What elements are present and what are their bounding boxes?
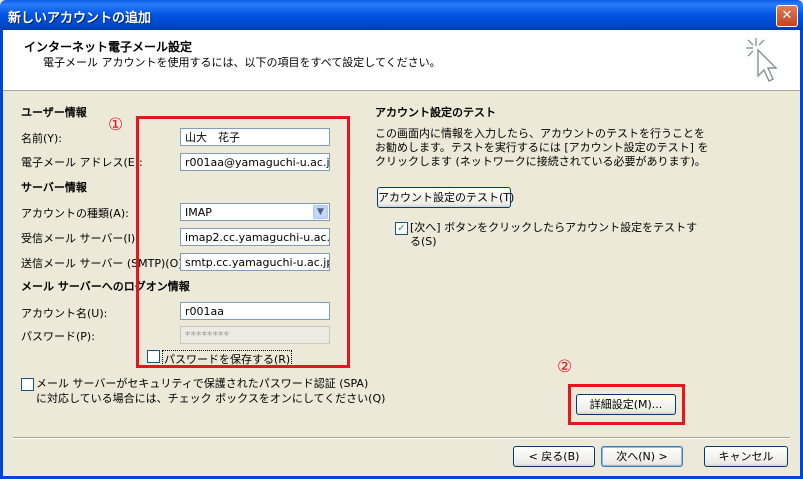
auto-test-checkbox[interactable]: ✓ — [395, 222, 408, 235]
close-icon: ✕ — [781, 8, 793, 23]
test-description-line2: お勧めします。テストを実行するには [アカウント設定のテスト] を — [375, 141, 709, 154]
test-account-button[interactable]: アカウント設定のテスト(T) — [377, 187, 514, 208]
wizard-header: インターネット電子メール設定 電子メール アカウントを使用するには、以下の項目を… — [3, 30, 800, 91]
spa-checkbox[interactable] — [21, 378, 34, 391]
email-label: 電子メール アドレス(E): — [21, 156, 143, 169]
title-bar: 新しいアカウントの追加 ✕ — [0, 0, 803, 30]
test-description-line1: この画面内に情報を入力したら、アカウントのテストを行うことを — [375, 127, 705, 140]
window-frame-left — [0, 30, 3, 479]
annotation-mark-1: ① — [108, 115, 124, 135]
wizard-cursor-icon — [746, 38, 778, 82]
page-subtitle: 電子メール アカウントを使用するには、以下の項目をすべて設定してください。 — [43, 56, 441, 69]
name-label: 名前(Y): — [21, 132, 63, 145]
back-button[interactable]: < 戻る(B) — [513, 446, 595, 467]
server-info-heading: サーバー情報 — [21, 181, 87, 194]
footer-separator — [13, 437, 790, 439]
close-button[interactable]: ✕ — [776, 5, 798, 27]
auto-test-label-line1: [次へ] ボタンをクリックしたらアカウント設定をテストす — [410, 221, 698, 234]
account-name-label: アカウント名(U): — [21, 307, 108, 320]
spa-label-line2: に対応している場合には、チェック ボックスをオンにしてください(Q) — [36, 392, 386, 405]
user-info-heading: ユーザー情報 — [21, 106, 87, 119]
auto-test-label-line2: る(S) — [410, 235, 437, 248]
incoming-server-label: 受信メール サーバー(I): — [21, 232, 139, 245]
password-label: パスワード(P): — [21, 330, 95, 343]
cancel-button[interactable]: キャンセル — [704, 446, 788, 467]
page-title: インターネット電子メール設定 — [24, 40, 193, 54]
test-heading: アカウント設定のテスト — [375, 106, 496, 119]
spa-label-line1: メール サーバーがセキュリティで保護されたパスワード認証 (SPA) — [36, 377, 369, 390]
account-type-label: アカウントの種類(A): — [21, 207, 129, 220]
next-button[interactable]: 次へ(N) > — [601, 446, 683, 467]
annotation-mark-2: ② — [557, 357, 573, 377]
advanced-settings-button[interactable]: 詳細設定(M)... — [576, 394, 676, 415]
window-title: 新しいアカウントの追加 — [8, 11, 152, 26]
annotation-box-1 — [136, 116, 350, 368]
test-description-line3: クリックします (ネットワークに接続されている必要があります)。 — [375, 155, 706, 168]
